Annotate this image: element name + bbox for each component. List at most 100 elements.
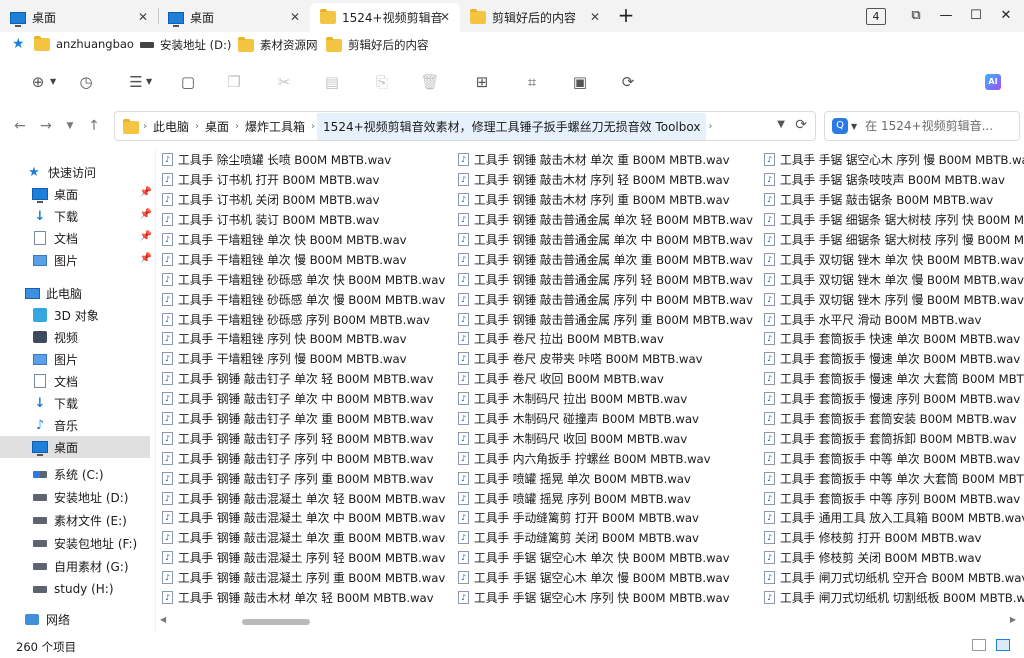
- file-item[interactable]: ♪ 工具手 干墙粗锉 序列 慢 B00M MBTB.wav: [162, 349, 445, 369]
- crumb-this-pc[interactable]: 此电脑: [149, 118, 193, 135]
- file-item[interactable]: ♪ 工具手 钢锤 敲击木材 单次 重 B00M MBTB.wav: [458, 150, 753, 170]
- bookmark-anzhuangbao[interactable]: anzhuangbao: [34, 35, 134, 51]
- search-input[interactable]: [863, 118, 1008, 134]
- file-item[interactable]: ♪ 工具手 干墙粗锉 砂砾感 序列 B00M MBTB.wav: [162, 309, 445, 329]
- file-item[interactable]: ♪ 工具手 干墙粗锉 砂砾感 单次 快 B00M MBTB.wav: [162, 269, 445, 289]
- file-item[interactable]: ♪ 工具手 钢锤 敲击木材 序列 重 B00M MBTB.wav: [458, 190, 753, 210]
- file-item[interactable]: ♪ 工具手 套筒扳手 中等 单次 B00M MBTB.wav: [764, 448, 1024, 468]
- file-item[interactable]: ♪ 工具手 卷尺 皮带夹 咔嗒 B00M MBTB.wav: [458, 349, 753, 369]
- file-item[interactable]: ♪ 工具手 干墙粗锉 单次 慢 B00M MBTB.wav: [162, 249, 445, 269]
- file-item[interactable]: ♪ 工具手 喷罐 摇晃 序列 B00M MBTB.wav: [458, 488, 753, 508]
- file-item[interactable]: ♪ 工具手 木制码尺 碰撞声 B00M MBTB.wav: [458, 409, 753, 429]
- recent-clock-icon[interactable]: ◷: [76, 72, 96, 92]
- tab-count-badge[interactable]: 4: [866, 8, 886, 25]
- chevron-down-icon[interactable]: ▼: [851, 122, 857, 131]
- search-box[interactable]: Q ▼: [824, 111, 1020, 141]
- file-item[interactable]: ♪ 工具手 除尘喷罐 长喷 B00M MBTB.wav: [162, 150, 445, 170]
- file-item[interactable]: ♪ 工具手 钢锤 敲击钉子 单次 重 B00M MBTB.wav: [162, 409, 445, 429]
- close-icon[interactable]: ✕: [288, 10, 302, 24]
- refresh-icon[interactable]: ⟳: [795, 117, 807, 133]
- chevron-right-icon[interactable]: ›: [141, 121, 149, 132]
- file-item[interactable]: ♪ 工具手 钢锤 敲击钉子 单次 轻 B00M MBTB.wav: [162, 369, 445, 389]
- crumb-current-folder[interactable]: 1524+视频剪辑音效素材，修理工具锤子扳手螺丝刀无损音效 Toolbox: [317, 112, 707, 140]
- file-item[interactable]: ♪ 工具手 卷尺 拉出 B00M MBTB.wav: [458, 329, 753, 349]
- pin-icon[interactable]: 📌: [140, 209, 152, 220]
- scroll-left-icon[interactable]: ◀: [160, 615, 166, 624]
- file-item[interactable]: ♪ 工具手 闸刀式切纸机 切割纸板 B00M MBTB.wav: [764, 588, 1024, 608]
- file-item[interactable]: ♪ 工具手 钢锤 敲击木材 单次 轻 B00M MBTB.wav: [162, 588, 445, 608]
- file-item[interactable]: ♪ 工具手 钢锤 敲击钉子 单次 中 B00M MBTB.wav: [162, 389, 445, 409]
- tab-desktop-1[interactable]: 桌面 ✕: [0, 3, 158, 32]
- file-item[interactable]: ♪ 工具手 套筒扳手 中等 单次 大套筒 B00M MBTB.wav: [764, 468, 1024, 488]
- tab-desktop-2[interactable]: 桌面 ✕: [158, 3, 310, 32]
- file-item[interactable]: ♪ 工具手 修枝剪 关闭 B00M MBTB.wav: [764, 548, 1024, 568]
- file-item[interactable]: ♪ 工具手 手锯 锯空心木 单次 快 B00M MBTB.wav: [458, 548, 753, 568]
- address-bar[interactable]: › 此电脑 › 桌面 › 爆炸工具箱 › 1524+视频剪辑音效素材，修理工具锤…: [114, 111, 816, 141]
- file-item[interactable]: ♪ 工具手 喷罐 摇晃 单次 B00M MBTB.wav: [458, 468, 753, 488]
- chevron-right-icon[interactable]: ›: [193, 121, 201, 132]
- up-arrow-icon[interactable]: ↑: [86, 118, 102, 134]
- file-item[interactable]: ♪ 工具手 双切锯 锉木 单次 慢 B00M MBTB.wav: [764, 269, 1024, 289]
- file-item[interactable]: ♪ 工具手 手锯 细锯条 锯大树枝 序列 快 B00M MBTB.wav: [764, 210, 1024, 230]
- file-item[interactable]: ♪ 工具手 手动缝篱剪 打开 B00M MBTB.wav: [458, 508, 753, 528]
- list-view-icon[interactable]: [996, 639, 1010, 651]
- scroll-thumb[interactable]: [242, 619, 310, 625]
- file-item[interactable]: ♪ 工具手 水平尺 滑动 B00M MBTB.wav: [764, 309, 1024, 329]
- file-item[interactable]: ♪ 工具手 订书机 装订 B00M MBTB.wav: [162, 210, 445, 230]
- bookmark-drive-d[interactable]: 安装地址 (D:): [140, 37, 231, 53]
- file-item[interactable]: ♪ 工具手 套筒扳手 慢速 单次 B00M MBTB.wav: [764, 349, 1024, 369]
- favorites-star-icon[interactable]: ★: [12, 37, 25, 51]
- file-item[interactable]: ♪ 工具手 手锯 敲击锯条 B00M MBTB.wav: [764, 190, 1024, 210]
- cut-icon[interactable]: ▢: [178, 72, 198, 92]
- file-item[interactable]: ♪ 工具手 钢锤 敲击混凝土 单次 重 B00M MBTB.wav: [162, 528, 445, 548]
- chevron-right-icon[interactable]: ›: [233, 121, 241, 132]
- delete-icon[interactable]: 🗑: [420, 72, 440, 92]
- file-item[interactable]: ♪ 工具手 钢锤 敲击木材 序列 轻 B00M MBTB.wav: [458, 170, 753, 190]
- pin-icon[interactable]: ⧉: [906, 6, 926, 26]
- file-item[interactable]: ♪ 工具手 套筒扳手 套筒安装 B00M MBTB.wav: [764, 409, 1024, 429]
- file-item[interactable]: ♪ 工具手 干墙粗锉 砂砾感 单次 慢 B00M MBTB.wav: [162, 289, 445, 309]
- scroll-right-icon[interactable]: ▶: [1010, 615, 1016, 624]
- view-menu-icon[interactable]: ☰: [126, 72, 146, 92]
- nav-network[interactable]: 网络: [24, 608, 174, 630]
- pin-icon[interactable]: 📌: [140, 187, 152, 198]
- file-item[interactable]: ♪ 工具手 手动缝篱剪 关闭 B00M MBTB.wav: [458, 528, 753, 548]
- file-item[interactable]: ♪ 工具手 订书机 关闭 B00M MBTB.wav: [162, 190, 445, 210]
- file-item[interactable]: ♪ 工具手 双切锯 锉木 序列 慢 B00M MBTB.wav: [764, 289, 1024, 309]
- horizontal-scrollbar[interactable]: ◀ ▶: [156, 614, 1024, 628]
- nav-quick-access[interactable]: ★ 快速访问: [26, 161, 176, 183]
- scissors-icon[interactable]: ✂: [274, 72, 294, 92]
- close-window-button[interactable]: ✕: [996, 6, 1016, 26]
- details-view-icon[interactable]: [972, 639, 986, 651]
- file-item[interactable]: ♪ 工具手 套筒扳手 中等 序列 B00M MBTB.wav: [764, 488, 1024, 508]
- close-icon[interactable]: ✕: [438, 10, 452, 24]
- file-item[interactable]: ♪ 工具手 钢锤 敲击钉子 序列 重 B00M MBTB.wav: [162, 468, 445, 488]
- file-item[interactable]: ♪ 工具手 钢锤 敲击混凝土 序列 重 B00M MBTB.wav: [162, 568, 445, 588]
- pin-icon[interactable]: 📌: [140, 231, 152, 242]
- back-arrow-icon[interactable]: ←: [12, 118, 28, 134]
- file-item[interactable]: ♪ 工具手 钢锤 敲击普通金属 序列 中 B00M MBTB.wav: [458, 289, 753, 309]
- nav-desktop[interactable]: 桌面: [0, 436, 150, 458]
- file-item[interactable]: ♪ 工具手 钢锤 敲击混凝土 单次 轻 B00M MBTB.wav: [162, 488, 445, 508]
- crumb-desktop[interactable]: 桌面: [201, 118, 233, 135]
- file-item[interactable]: ♪ 工具手 钢锤 敲击普通金属 序列 重 B00M MBTB.wav: [458, 309, 753, 329]
- file-item[interactable]: ♪ 工具手 钢锤 敲击普通金属 单次 中 B00M MBTB.wav: [458, 230, 753, 250]
- chevron-right-icon[interactable]: ›: [309, 121, 317, 132]
- crumb-toolbox[interactable]: 爆炸工具箱: [241, 118, 309, 135]
- file-item[interactable]: ♪ 工具手 手锯 细锯条 锯大树枝 序列 慢 B00M MBTB.wav: [764, 230, 1024, 250]
- copy-icon[interactable]: ❐: [224, 72, 244, 92]
- file-item[interactable]: ♪ 工具手 手锯 锯空心木 单次 慢 B00M MBTB.wav: [458, 568, 753, 588]
- file-item[interactable]: ♪ 工具手 通用工具 放入工具箱 B00M MBTB.wav: [764, 508, 1024, 528]
- ai-icon[interactable]: AI: [985, 74, 1001, 90]
- file-item[interactable]: ♪ 工具手 手锯 锯条吱吱声 B00M MBTB.wav: [764, 170, 1024, 190]
- bookmark-edited-content[interactable]: 剪辑好后的内容: [326, 36, 429, 53]
- chevron-down-icon[interactable]: ▼: [777, 119, 785, 130]
- file-item[interactable]: ♪ 工具手 双切锯 锉木 单次 快 B00M MBTB.wav: [764, 249, 1024, 269]
- maximize-button[interactable]: ☐: [966, 6, 986, 26]
- chevron-down-icon[interactable]: ▼: [50, 77, 56, 86]
- rename-icon[interactable]: ⎘: [372, 72, 392, 92]
- file-item[interactable]: ♪ 工具手 套筒扳手 快速 单次 B00M MBTB.wav: [764, 329, 1024, 349]
- file-item[interactable]: ♪ 工具手 修枝剪 打开 B00M MBTB.wav: [764, 528, 1024, 548]
- crop-icon[interactable]: ⌗: [522, 72, 542, 92]
- bookmark-material-site[interactable]: 素材资源网: [238, 36, 318, 53]
